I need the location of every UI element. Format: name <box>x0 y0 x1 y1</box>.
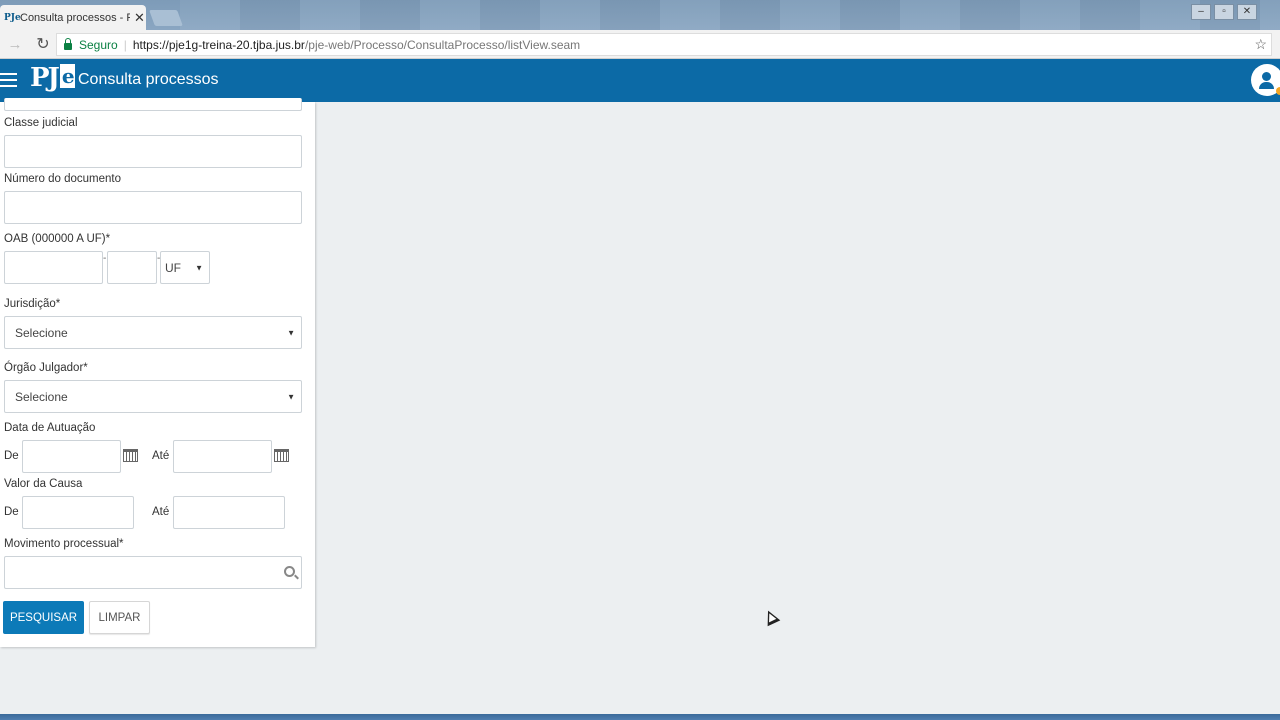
valor-de-label: De <box>4 506 19 518</box>
notification-dot <box>1276 87 1280 95</box>
reload-icon[interactable]: ↻ <box>32 34 54 54</box>
valor-causa-label: Valor da Causa <box>4 478 83 490</box>
data-de-input[interactable] <box>22 440 121 473</box>
os-taskbar <box>0 714 1280 720</box>
jurisdicao-label: Jurisdição* <box>4 298 61 310</box>
search-form-panel: Classe judicial Número do documento OAB … <box>0 98 315 647</box>
movimento-label: Movimento processual* <box>4 538 124 550</box>
calendar-icon[interactable] <box>123 449 138 462</box>
oab-number-input[interactable] <box>4 251 103 284</box>
browser-tab[interactable]: PJe Consulta processos - Proc ✕ <box>0 5 146 30</box>
search-icon[interactable] <box>284 566 295 577</box>
limpar-button[interactable]: LIMPAR <box>89 601 150 634</box>
oab-uf-value: UF <box>165 260 181 275</box>
tab-title: Consulta processos - Proc <box>20 11 130 24</box>
movimento-processual-input[interactable] <box>4 556 302 589</box>
pesquisar-button[interactable]: PESQUISAR <box>3 601 84 634</box>
data-ate-input[interactable] <box>173 440 272 473</box>
new-tab-button[interactable] <box>149 10 183 26</box>
dropdown-arrow-icon: ▼ <box>195 263 203 272</box>
close-icon[interactable]: ✕ <box>1237 4 1257 20</box>
numero-documento-input[interactable] <box>4 191 302 224</box>
data-de-label: De <box>4 450 19 462</box>
data-autuacao-label: Data de Autuação <box>4 422 96 434</box>
valor-de-input[interactable] <box>22 496 134 529</box>
oab-dash: - <box>103 253 107 264</box>
calendar-icon[interactable] <box>274 449 289 462</box>
previous-field-input[interactable] <box>4 98 302 111</box>
url-path: /pje-web/Processo/ConsultaProcesso/listV… <box>304 37 581 52</box>
bookmark-star-icon[interactable]: ☆ <box>1254 36 1267 53</box>
dropdown-arrow-icon: ▼ <box>287 328 295 337</box>
lock-icon <box>64 38 72 50</box>
minimize-icon[interactable]: – <box>1191 4 1211 20</box>
orgao-julgador-select[interactable]: Selecione ▼ <box>4 380 302 413</box>
numero-documento-label: Número do documento <box>4 173 121 185</box>
browser-toolbar: → ↻ Seguro | https://pje1g-treina-20.tjb… <box>0 30 1280 59</box>
classe-judicial-input[interactable] <box>4 135 302 168</box>
jurisdicao-value: Selecione <box>15 325 68 340</box>
valor-ate-label: Até <box>152 506 170 518</box>
orgao-julgador-label: Órgão Julgador* <box>4 362 88 374</box>
oab-label: OAB (000000 A UF)* <box>4 233 111 245</box>
address-bar[interactable]: Seguro | https://pje1g-treina-20.tjba.ju… <box>56 33 1272 56</box>
data-ate-label: Até <box>152 450 170 462</box>
browser-tabstrip: PJe Consulta processos - Proc ✕ – ▫ ✕ <box>0 0 1280 30</box>
dropdown-arrow-icon: ▼ <box>287 392 295 401</box>
secure-label: Seguro <box>79 37 118 52</box>
separator: | <box>123 37 127 52</box>
app-header: PJ e Consulta processos <box>0 59 1280 102</box>
mouse-cursor-icon <box>761 607 781 627</box>
pje-logo[interactable]: PJ e <box>30 63 75 97</box>
url-host: https://pje1g-treina-20.tjba.jus.br <box>132 37 305 52</box>
valor-ate-input[interactable] <box>173 496 285 529</box>
tab-close-icon[interactable]: ✕ <box>134 10 145 26</box>
page-title: Consulta processos <box>78 71 219 88</box>
oab-uf-select[interactable]: UF ▼ <box>160 251 210 284</box>
pje-favicon-icon: PJe <box>4 12 21 23</box>
restore-icon[interactable]: ▫ <box>1214 4 1234 20</box>
orgao-julgador-value: Selecione <box>15 389 68 404</box>
oab-letter-input[interactable] <box>107 251 157 284</box>
menu-icon[interactable] <box>0 73 17 91</box>
jurisdicao-select[interactable]: Selecione ▼ <box>4 316 302 349</box>
classe-label: Classe judicial <box>4 117 78 129</box>
logo-text: PJ <box>30 63 60 93</box>
logo-e: e <box>59 64 75 88</box>
forward-arrow-icon[interactable]: → <box>4 36 26 53</box>
